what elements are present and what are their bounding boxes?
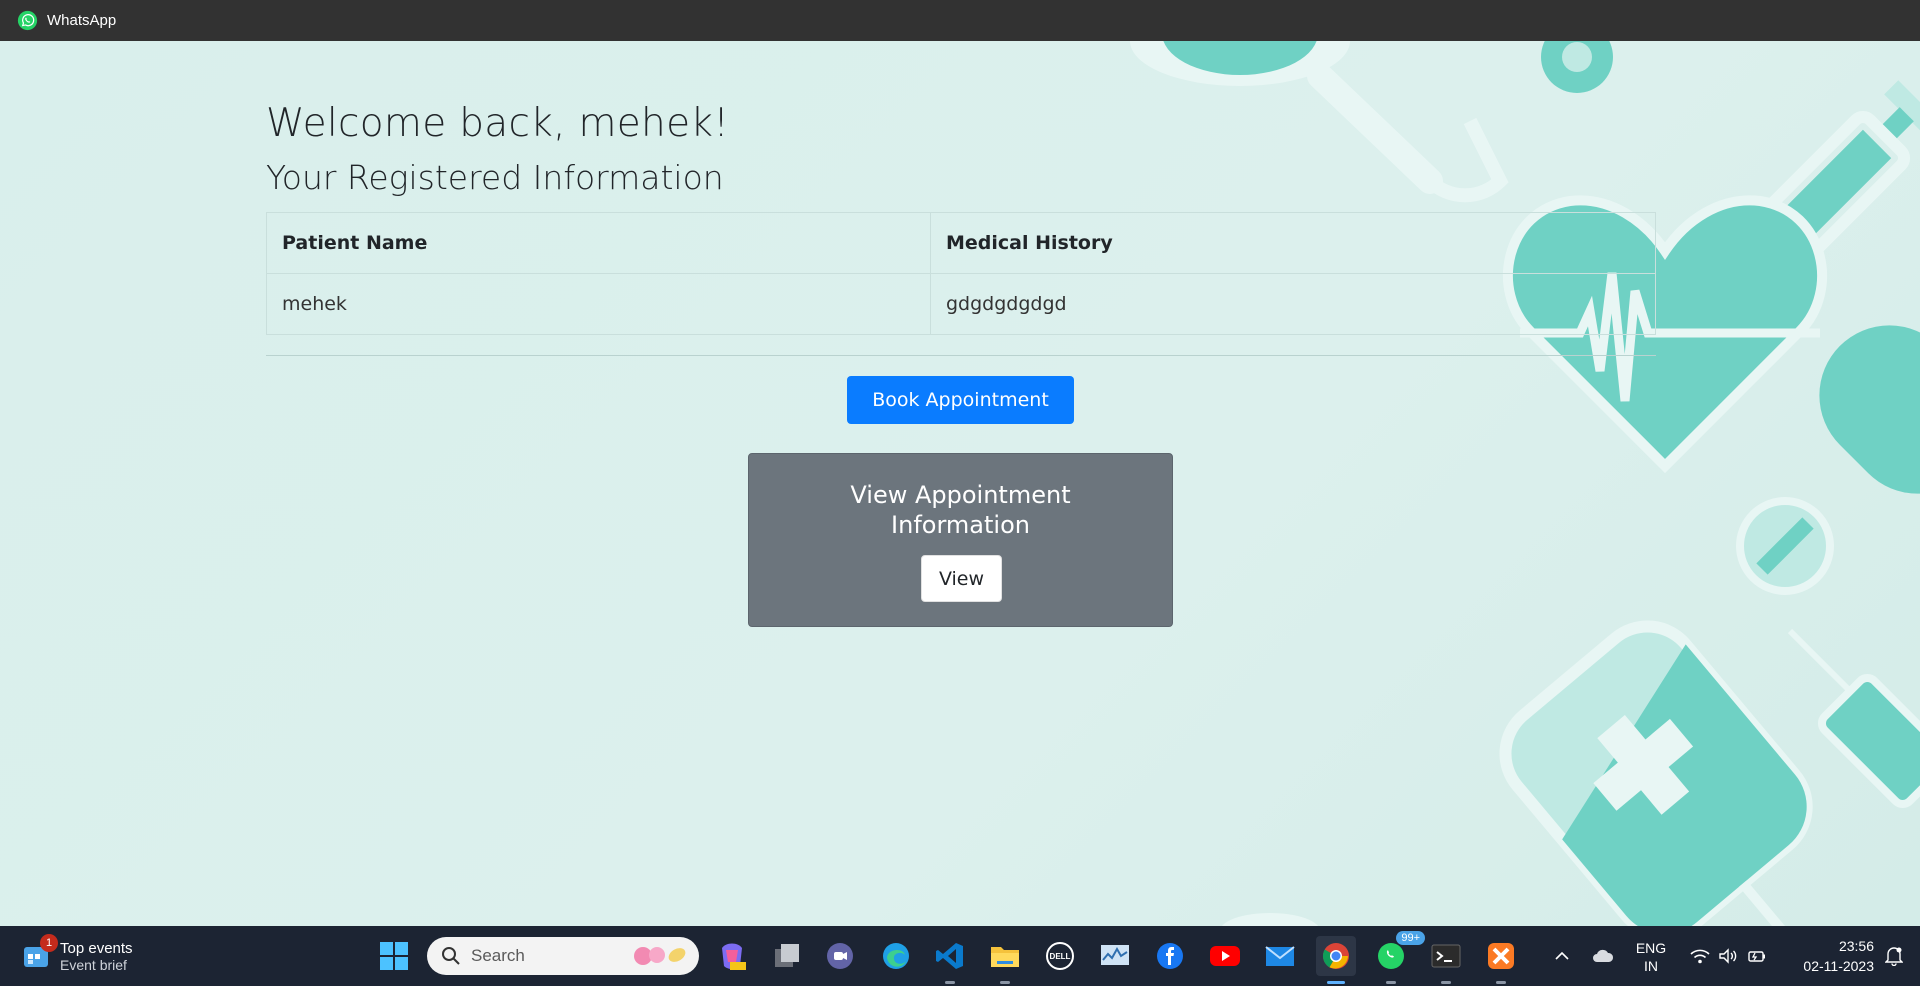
folder-icon — [991, 947, 1019, 967]
vscode-app[interactable] — [930, 936, 970, 984]
edge-app[interactable] — [876, 936, 916, 976]
chevron-up-icon — [1555, 951, 1569, 960]
performance-monitor-icon — [1101, 945, 1129, 965]
divider — [266, 355, 1656, 356]
facebook-app[interactable] — [1150, 936, 1190, 976]
file-explorer-app[interactable] — [985, 936, 1025, 984]
teams-icon — [827, 943, 853, 969]
chrome-icon — [1322, 943, 1349, 969]
windows-taskbar: 1 Top events Event brief Search DELL 99+… — [0, 926, 1920, 986]
search-icon — [442, 947, 460, 965]
whatsapp-app[interactable]: 99+ — [1371, 931, 1425, 984]
volume-icon — [1719, 948, 1737, 964]
vscode-icon — [936, 943, 963, 969]
notifications-button[interactable] — [1880, 942, 1908, 970]
svg-text:DELL: DELL — [1050, 952, 1071, 961]
patient-info-table: Patient Name Medical History mehek gdgdg… — [266, 212, 1656, 335]
medical-history-cell: gdgdgdgdgd — [930, 273, 1656, 335]
clock-time: 23:56 — [1838, 938, 1874, 954]
flowers-icon — [634, 947, 686, 965]
facebook-icon — [1157, 943, 1183, 969]
xampp-app[interactable] — [1481, 936, 1521, 984]
edge-icon — [883, 943, 909, 969]
iv-bag-icon — [1499, 620, 1813, 926]
mail-app[interactable] — [1260, 936, 1300, 976]
widget-subtitle: Event brief — [60, 956, 127, 973]
onedrive-button[interactable] — [1588, 942, 1618, 970]
mail-icon — [1265, 946, 1295, 966]
youtube-icon — [1210, 946, 1240, 966]
view-appointment-card: View Appointment Information View — [748, 453, 1173, 627]
view-button[interactable]: View — [921, 555, 1002, 602]
copilot-app[interactable] — [712, 936, 752, 976]
youtube-app[interactable] — [1205, 936, 1245, 976]
registered-info-heading: Your Registered Information — [266, 158, 724, 197]
card-title-text: View Appointment Information — [850, 481, 1071, 539]
column-header-patient-name: Patient Name — [266, 212, 931, 274]
table-row: mehek gdgdgdgdgd — [266, 273, 1656, 335]
page-content: Welcome back, mehek! Your Registered Inf… — [0, 41, 1920, 926]
dell-icon: DELL — [1046, 942, 1074, 970]
region-code: IN — [1644, 958, 1658, 974]
window-titlebar: WhatsApp — [0, 0, 1920, 41]
windows-logo-icon — [380, 942, 408, 970]
xampp-icon — [1488, 943, 1514, 969]
whatsapp-icon — [17, 10, 38, 31]
widget-title: Top events — [60, 939, 133, 957]
language-indicator[interactable]: ENG IN — [1633, 938, 1669, 976]
taskbar-search[interactable]: Search — [427, 937, 699, 975]
quick-settings-button[interactable] — [1685, 942, 1771, 970]
battery-icon — [1748, 951, 1765, 962]
copilot-icon — [722, 943, 746, 970]
card-title: View Appointment Information — [749, 480, 1172, 540]
terminal-app[interactable] — [1426, 936, 1466, 984]
terminal-icon — [1431, 944, 1461, 968]
whatsapp-badge: 99+ — [1396, 931, 1425, 945]
task-view-app[interactable] — [767, 936, 807, 976]
patient-name-cell: mehek — [266, 273, 931, 335]
book-appointment-button[interactable]: Book Appointment — [847, 376, 1074, 424]
widgets-button[interactable]: 1 Top events Event brief — [22, 934, 172, 978]
table-header-row: Patient Name Medical History — [266, 212, 1656, 274]
chrome-app[interactable] — [1316, 936, 1356, 984]
welcome-heading: Welcome back, mehek! — [266, 101, 730, 146]
bell-icon — [1885, 947, 1903, 966]
wifi-icon — [1690, 949, 1710, 964]
system-clock[interactable]: 23:56 02-11-2023 — [1782, 936, 1874, 976]
column-header-medical-history: Medical History — [930, 212, 1656, 274]
dell-app[interactable]: DELL — [1040, 936, 1080, 976]
search-placeholder: Search — [471, 946, 525, 965]
teams-app[interactable] — [820, 936, 860, 976]
window-title: WhatsApp — [47, 12, 117, 29]
calendar-widget-icon: 1 — [22, 934, 58, 970]
task-view-icon — [775, 944, 799, 967]
cloud-icon — [1593, 949, 1614, 962]
clock-date: 02-11-2023 — [1803, 958, 1874, 974]
monitor-app[interactable] — [1095, 936, 1135, 976]
show-hidden-icons-button[interactable] — [1548, 942, 1576, 970]
whatsapp-taskbar-icon — [1378, 943, 1404, 969]
start-button[interactable] — [374, 936, 414, 976]
notification-badge: 1 — [40, 934, 58, 952]
language-code: ENG — [1635, 940, 1667, 956]
stethoscope-icon — [1130, 41, 1613, 203]
